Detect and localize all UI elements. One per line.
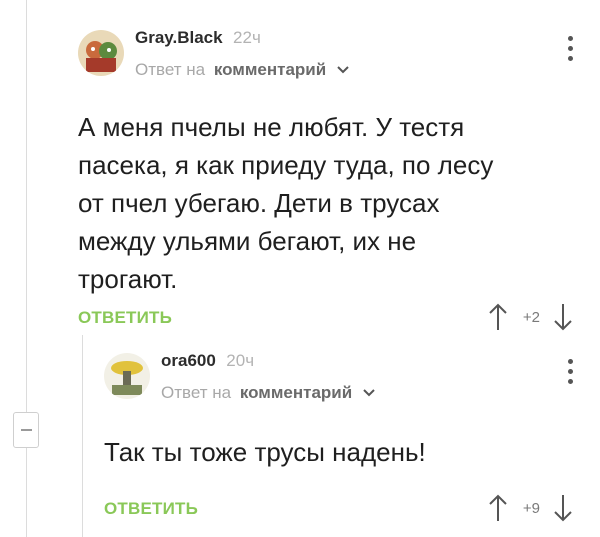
comment: Gray.Black 22ч Ответ на комментарий А ме… — [78, 22, 588, 338]
reply-button[interactable]: ОТВЕТИТЬ — [78, 308, 172, 328]
more-vertical-icon[interactable] — [568, 36, 574, 62]
score: +9 — [522, 499, 540, 517]
author-line: ora600 20ч — [161, 351, 254, 371]
arrow-down-icon[interactable] — [552, 302, 574, 332]
reply-to-link[interactable]: комментарий — [240, 383, 352, 402]
comment-time: 22ч — [233, 28, 261, 47]
reply-thread-line — [82, 335, 83, 537]
comment-actions: ОТВЕТИТЬ +9 — [104, 489, 588, 529]
reply-to: Ответ на комментарий — [135, 60, 349, 80]
arrow-up-icon[interactable] — [487, 302, 509, 332]
collapse-icon — [21, 429, 32, 431]
comment-header: Gray.Black 22ч Ответ на комментарий — [78, 22, 588, 86]
author-name[interactable]: ora600 — [161, 351, 216, 370]
comment-text: Так ты тоже трусы надень! — [104, 437, 426, 467]
arrow-up-icon[interactable] — [487, 493, 509, 523]
chevron-down-icon[interactable] — [363, 382, 375, 402]
comment-actions: ОТВЕТИТЬ +2 — [78, 298, 588, 338]
reply-to-label: Ответ на — [161, 383, 232, 402]
reply-to-label: Ответ на — [135, 60, 206, 79]
chevron-down-icon[interactable] — [337, 59, 349, 79]
comment-time: 20ч — [226, 351, 255, 370]
reply-button[interactable]: ОТВЕТИТЬ — [104, 499, 198, 519]
thread-line — [26, 0, 27, 537]
score: +2 — [522, 308, 540, 326]
comment-reply: ora600 20ч Ответ на комментарий Так ты т… — [104, 345, 588, 529]
rating: +2 — [487, 302, 574, 332]
comment-header: ora600 20ч Ответ на комментарий — [104, 345, 588, 409]
author-name[interactable]: Gray.Black — [135, 28, 223, 47]
avatar[interactable] — [78, 30, 124, 76]
rating: +9 — [487, 493, 574, 523]
more-vertical-icon[interactable] — [568, 359, 574, 385]
avatar[interactable] — [104, 353, 150, 399]
arrow-down-icon[interactable] — [552, 493, 574, 523]
collapse-thread-button[interactable] — [13, 412, 39, 448]
author-line: Gray.Black 22ч — [135, 28, 261, 48]
comment-text: А меня пчелы не любят. У тестя пасека, я… — [78, 112, 494, 294]
reply-to: Ответ на комментарий — [161, 383, 375, 403]
reply-to-link[interactable]: комментарий — [214, 60, 326, 79]
